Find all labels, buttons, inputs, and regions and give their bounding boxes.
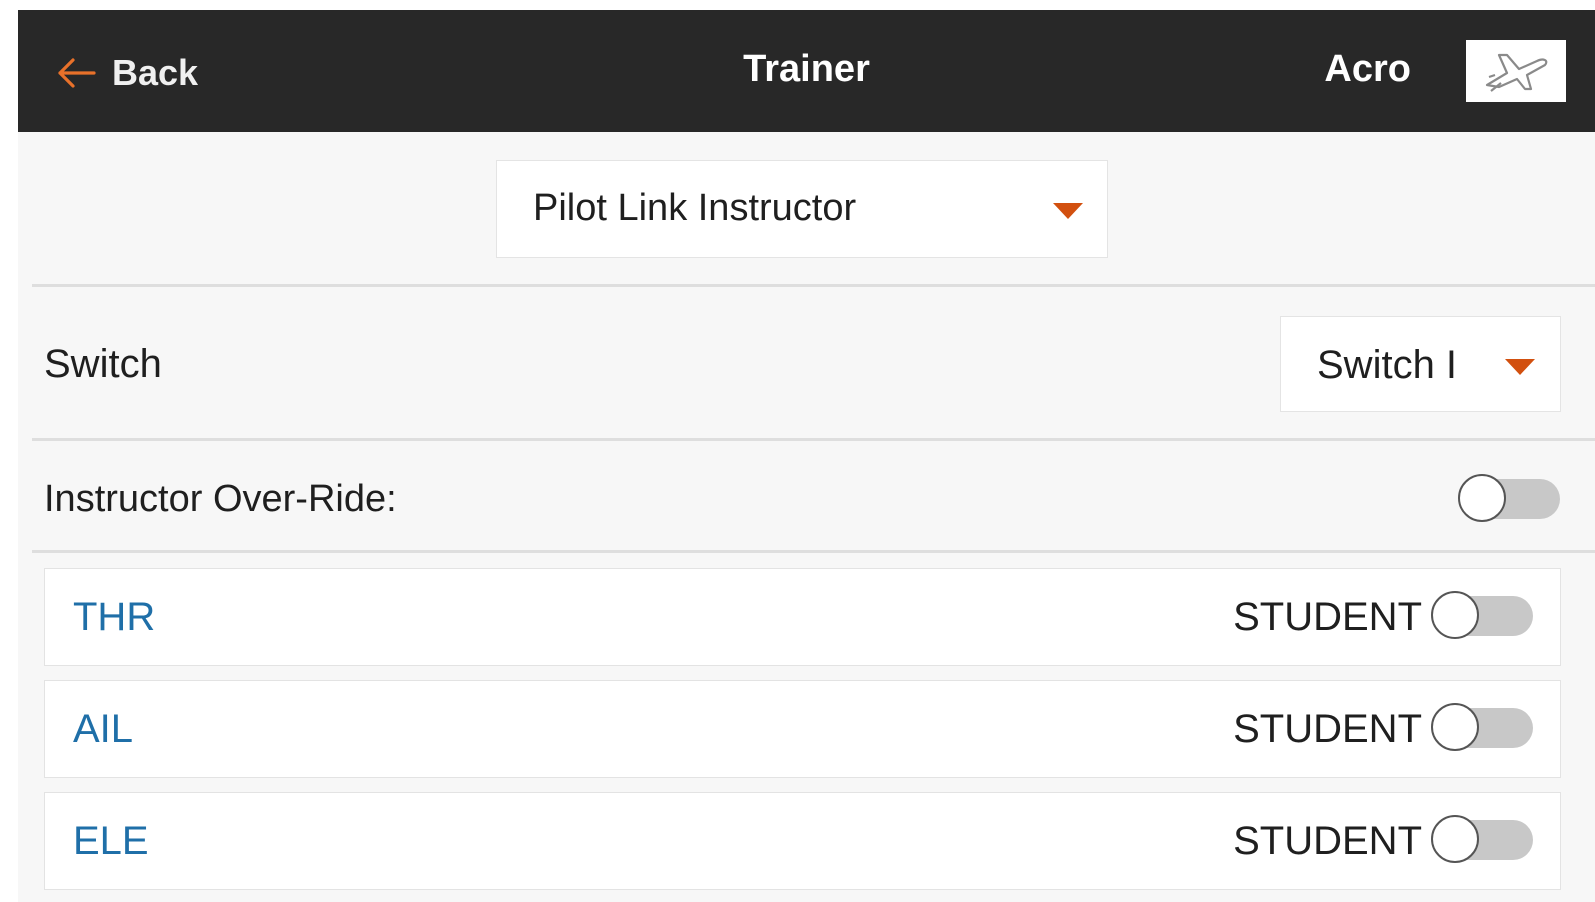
switch-label: Switch [44, 342, 162, 386]
app-frame: Back Trainer Acro Pilot Link Instructor [0, 0, 1595, 902]
channel-row-thr: THR STUDENT [44, 568, 1561, 666]
divider [32, 550, 1595, 553]
dropdown-caret-icon [1505, 359, 1535, 375]
channel-mode: STUDENT [1233, 819, 1422, 863]
toggle-knob [1431, 703, 1479, 751]
channel-toggle-ail[interactable] [1431, 703, 1535, 753]
channel-toggle-thr[interactable] [1431, 591, 1535, 641]
channel-name: THR [73, 595, 156, 639]
channel-row-ele: ELE STUDENT [44, 792, 1561, 890]
trainer-mode-value: Pilot Link Instructor [533, 187, 857, 229]
toggle-knob [1458, 474, 1506, 522]
channel-mode: STUDENT [1233, 595, 1422, 639]
divider [32, 284, 1595, 287]
instructor-override-toggle[interactable] [1458, 474, 1562, 524]
trainer-mode-dropdown[interactable]: Pilot Link Instructor [496, 160, 1108, 258]
trainer-screen: Back Trainer Acro Pilot Link Instructor [18, 10, 1595, 902]
instructor-override-label: Instructor Over-Ride: [44, 478, 397, 520]
back-arrow-icon [56, 57, 96, 89]
channel-mode: STUDENT [1233, 707, 1422, 751]
back-label: Back [112, 52, 199, 93]
airplane-icon[interactable] [1466, 40, 1566, 102]
model-name: Acro [1324, 48, 1411, 90]
channel-toggle-ele[interactable] [1431, 815, 1535, 865]
page-title: Trainer [743, 48, 870, 90]
toggle-knob [1431, 815, 1479, 863]
channel-name: ELE [73, 819, 149, 863]
back-button[interactable]: Back [56, 50, 198, 96]
channel-row-ail: AIL STUDENT [44, 680, 1561, 778]
channel-name: AIL [73, 707, 134, 751]
switch-value: Switch I [1317, 343, 1458, 387]
switch-dropdown[interactable]: Switch I [1280, 316, 1561, 412]
dropdown-caret-icon [1053, 203, 1083, 219]
divider [32, 438, 1595, 441]
top-bar: Back Trainer Acro [18, 10, 1595, 132]
toggle-knob [1431, 591, 1479, 639]
